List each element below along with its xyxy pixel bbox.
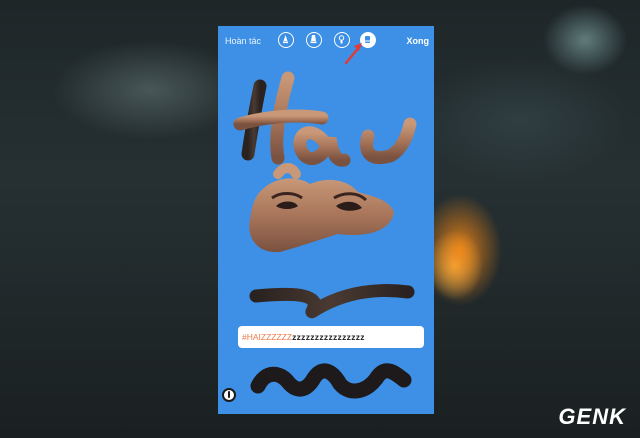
drawing-toolbar: Hoàn tác Xong — [218, 26, 434, 60]
done-button[interactable]: Xong — [407, 36, 430, 46]
annotation-arrow-icon — [344, 43, 362, 65]
watermark-brand-accent: K — [609, 404, 626, 429]
erased-stroke-letter-h — [233, 71, 329, 165]
watermark-logo: GEN K — [558, 404, 626, 430]
undo-button[interactable]: Hoàn tác — [225, 36, 261, 46]
pen-tool-icon[interactable] — [278, 32, 294, 48]
hashtag-trailing-z: zzzzzzzzzzzzzzzz — [292, 332, 365, 342]
erased-stroke-letter-a — [293, 126, 351, 167]
erased-stroke-wave — [250, 363, 412, 399]
erased-stroke-letter-i — [360, 117, 417, 164]
erased-stroke-squiggle — [249, 284, 415, 319]
watermark-brand-main: GEN — [558, 404, 610, 429]
erased-face-patch — [249, 163, 394, 253]
story-editor-screen: Hoàn tác Xong #HAIZZZZZZ zzzzzzzzzzzzzzz… — [218, 26, 434, 414]
marker-tool-icon[interactable] — [306, 32, 322, 48]
hashtag-text: #HAIZZZZZZ — [242, 332, 293, 342]
drawing-canvas[interactable] — [218, 26, 434, 414]
color-picker-icon[interactable] — [222, 388, 236, 402]
hashtag-sticker[interactable]: #HAIZZZZZZ zzzzzzzzzzzzzzzz — [238, 326, 424, 348]
